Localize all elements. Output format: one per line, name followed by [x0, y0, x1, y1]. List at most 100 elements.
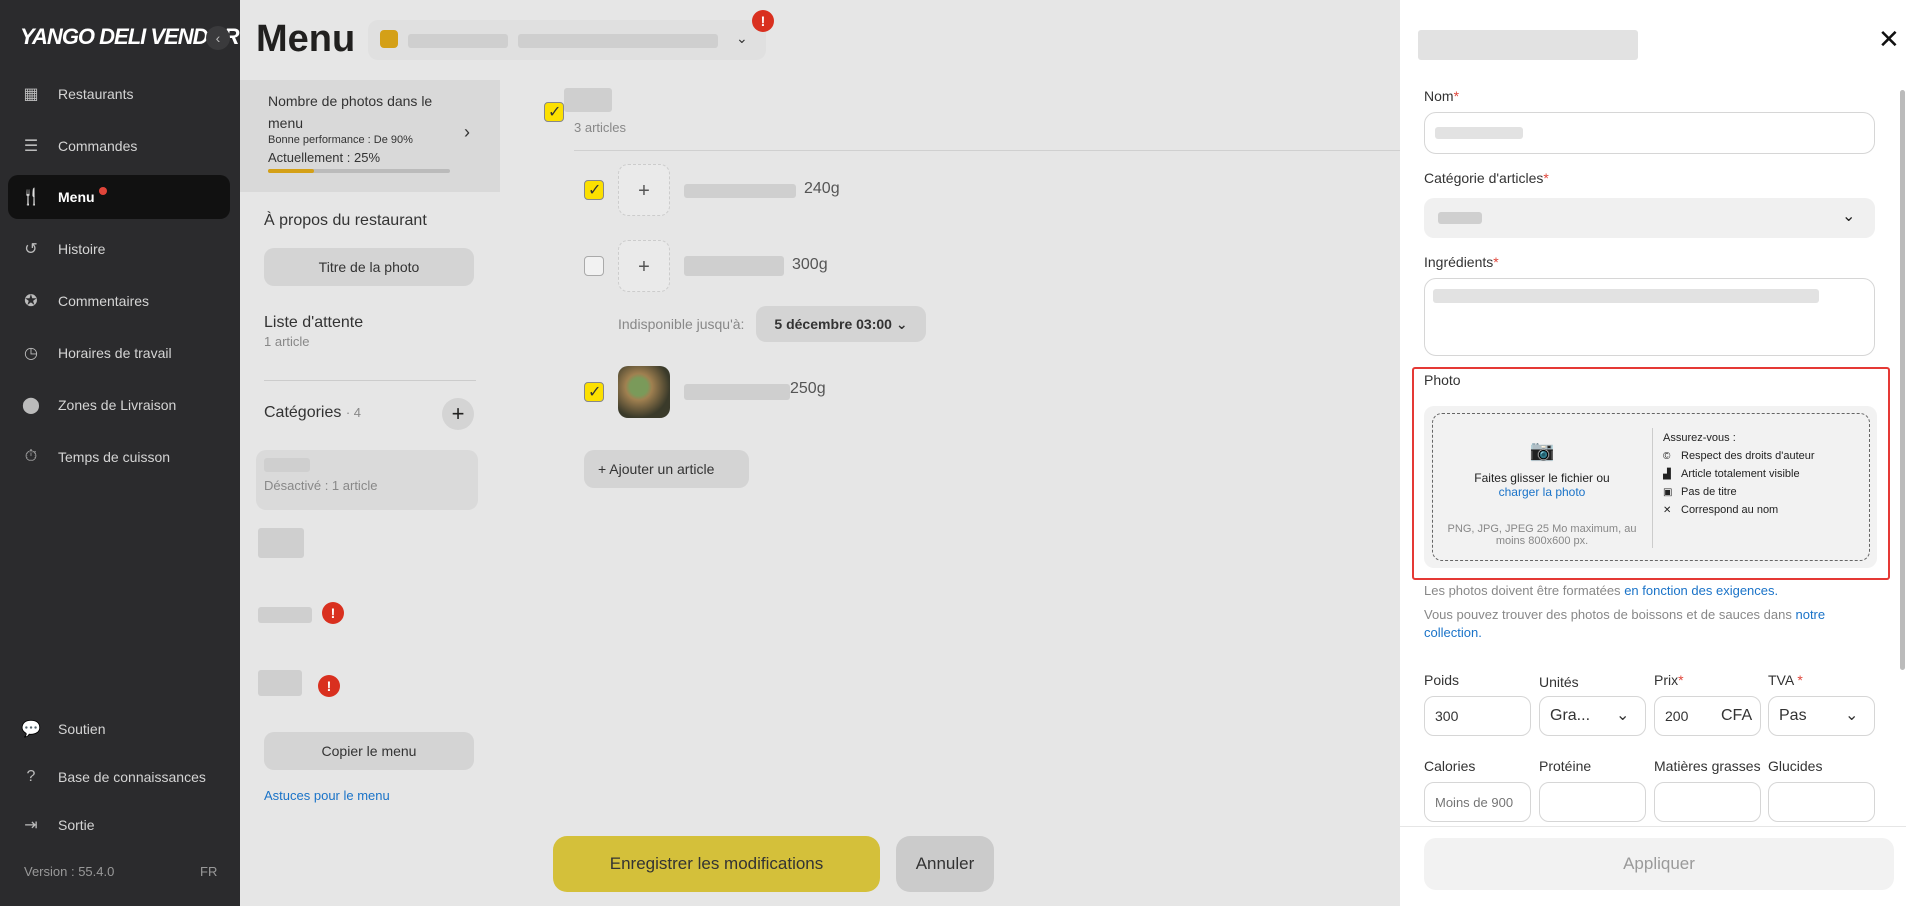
sidebar-item-label: Histoire: [58, 241, 106, 257]
weight-input[interactable]: 300: [1424, 696, 1531, 736]
blurred-text: [264, 458, 310, 472]
requirement-item: ▣ Pas de titre: [1663, 486, 1815, 498]
sidebar-item-zones[interactable]: ⬤ Zones de Livraison: [8, 383, 230, 427]
category-select[interactable]: ⌄: [1424, 198, 1875, 238]
price-label: Prix*: [1654, 672, 1684, 688]
sidebar-item-soutien[interactable]: 💬 Soutien: [8, 707, 230, 751]
sidebar-item-label: Commentaires: [58, 293, 150, 309]
language-switch[interactable]: FR: [200, 864, 217, 879]
fat-input[interactable]: [1654, 782, 1761, 822]
upload-photo-link[interactable]: charger la photo: [1433, 485, 1651, 499]
item-photo[interactable]: [618, 366, 670, 418]
item-checkbox[interactable]: [584, 382, 604, 402]
item-checkbox[interactable]: [584, 180, 604, 200]
protein-label: Protéine: [1539, 758, 1592, 774]
copyright-icon: ©: [1663, 450, 1671, 462]
blurred-text: [1438, 212, 1482, 224]
alert-icon: !: [318, 675, 340, 697]
add-photo-thumbnail[interactable]: +: [618, 240, 670, 292]
logout-icon: ⇥: [24, 817, 38, 834]
unavailable-label: Indisponible jusqu'à:: [618, 316, 745, 332]
photo-stats-title: Nombre de photos dans le menu: [268, 93, 433, 131]
copy-menu-button[interactable]: Copier le menu: [264, 732, 474, 770]
page-title: Menu: [256, 18, 356, 60]
menu-items-list: 3 articles + 240g + 300g Indisponible ju…: [520, 80, 1400, 906]
category-item[interactable]: [258, 670, 302, 696]
collapse-sidebar-button[interactable]: ‹: [206, 26, 230, 50]
timer-icon: ⏱: [24, 448, 38, 465]
apply-button[interactable]: Appliquer: [1424, 838, 1894, 890]
store-icon: ▦: [23, 86, 39, 103]
sidebar-item-menu[interactable]: 🍴 Menu: [8, 175, 230, 219]
restaurant-select[interactable]: ⌄: [368, 20, 766, 60]
blurred-text: [408, 34, 508, 48]
units-select[interactable]: Gra... ⌄: [1539, 696, 1646, 736]
scrollbar[interactable]: [1900, 90, 1905, 670]
sidebar-item-base[interactable]: ? Base de connaissances: [8, 755, 230, 799]
list-icon: ☰: [23, 138, 39, 155]
category-item[interactable]: [258, 607, 312, 623]
sidebar-item-commentaires[interactable]: ✪ Commentaires: [8, 279, 230, 323]
sidebar-item-sortie[interactable]: ⇥ Sortie: [8, 803, 230, 847]
clock-icon: ◷: [24, 345, 38, 362]
blurred-text: [684, 184, 796, 198]
category-disabled-note: Désactivé : 1 article: [264, 478, 378, 493]
sidebar-item-label: Restaurants: [58, 86, 134, 102]
requirement-text: Correspond au nom: [1681, 504, 1779, 516]
vat-label: TVA *: [1768, 672, 1803, 688]
restaurant-logo: [380, 30, 398, 48]
sidebar-item-temps[interactable]: ⏱ Temps de cuisson: [8, 435, 230, 479]
requirements-link[interactable]: en fonction des exigences.: [1624, 583, 1778, 598]
close-icon[interactable]: ✕: [1878, 24, 1900, 55]
ingredients-textarea[interactable]: [1424, 278, 1875, 356]
alert-icon: !: [752, 10, 774, 32]
sidebar-item-horaires[interactable]: ◷ Horaires de travail: [8, 331, 230, 375]
add-category-button[interactable]: +: [442, 398, 474, 430]
vat-select[interactable]: Pas ⌄: [1768, 696, 1875, 736]
price-input[interactable]: 200 CFA: [1654, 696, 1761, 736]
category-item[interactable]: [258, 528, 304, 558]
image-icon: ▣: [1663, 486, 1673, 498]
blurred-title: [1418, 30, 1638, 60]
unavailable-date-select[interactable]: 5 décembre 03:00 ⌄: [756, 306, 926, 342]
save-changes-button[interactable]: Enregistrer les modifications: [553, 836, 880, 892]
category-checkbox[interactable]: [544, 102, 564, 122]
blurred-text: [1433, 289, 1819, 303]
units-value: Gra...: [1550, 707, 1591, 724]
menu-tips-link[interactable]: Astuces pour le menu: [264, 788, 390, 803]
drinks-note: Vous pouvez trouver des photos de boisso…: [1424, 606, 1879, 642]
left-panel: Nombre de photos dans le menu Bonne perf…: [240, 80, 500, 906]
sidebar-item-commandes[interactable]: ☰ Commandes: [8, 124, 230, 168]
dropzone-left: 📷 Faites glisser le fichier ou charger l…: [1433, 414, 1651, 562]
sidebar-item-label: Base de connaissances: [58, 769, 206, 785]
calories-input[interactable]: [1424, 782, 1531, 822]
notification-dot: [98, 187, 107, 195]
chat-icon: 💬: [21, 721, 41, 738]
protein-input[interactable]: [1539, 782, 1646, 822]
categories-heading: Catégories · 4: [264, 404, 361, 422]
category-item[interactable]: Désactivé : 1 article: [256, 450, 478, 510]
carbs-input[interactable]: [1768, 782, 1875, 822]
units-label: Unités: [1539, 674, 1579, 690]
divider: [574, 150, 1400, 151]
sidebar-item-histoire[interactable]: ↺ Histoire: [8, 227, 230, 271]
waitlist-heading[interactable]: Liste d'attente: [264, 314, 363, 332]
sidebar: YANGO DELI VENDOR ‹ ▦ Restaurants ☰ Comm…: [0, 0, 240, 906]
photo-stats-current: Actuellement : 25%: [268, 150, 381, 165]
photo-dropzone[interactable]: 📷 Faites glisser le fichier ou charger l…: [1432, 413, 1870, 561]
photo-title-button[interactable]: Titre de la photo: [264, 248, 474, 286]
item-checkbox[interactable]: [584, 256, 604, 276]
photo-stats-card[interactable]: Nombre de photos dans le menu Bonne perf…: [240, 80, 500, 192]
add-photo-thumbnail[interactable]: +: [618, 164, 670, 216]
dish-icon: ▟: [1663, 468, 1671, 480]
divider: [1400, 826, 1906, 827]
categories-count: · 4: [345, 405, 361, 420]
vat-value: Pas: [1779, 707, 1807, 724]
sidebar-item-restaurants[interactable]: ▦ Restaurants: [8, 72, 230, 116]
calories-label: Calories: [1424, 758, 1476, 774]
name-input[interactable]: [1424, 112, 1875, 154]
item-weight: 300g: [792, 256, 828, 273]
add-item-button[interactable]: + Ajouter un article: [584, 450, 749, 488]
cancel-button[interactable]: Annuler: [896, 836, 994, 892]
price-value: 200: [1665, 708, 1689, 724]
